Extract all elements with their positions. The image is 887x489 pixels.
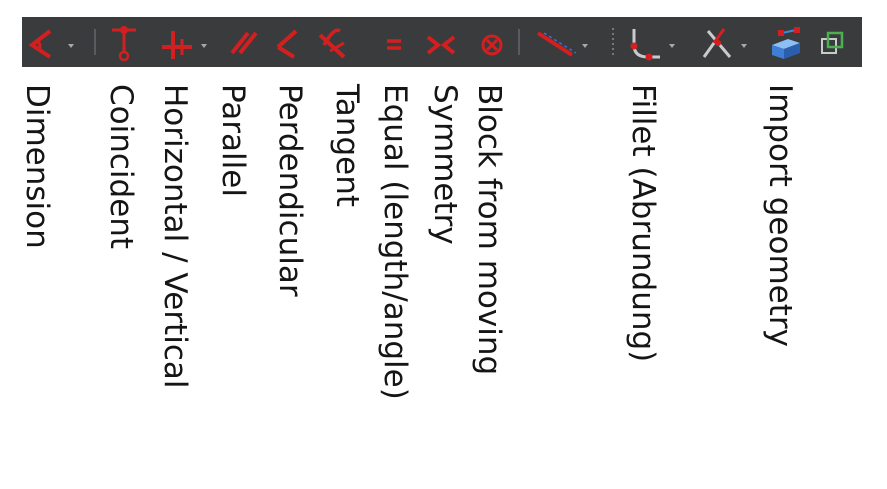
label-equal: Equal (length/angle) [377, 84, 413, 400]
horizontal-vertical-button[interactable] [156, 17, 216, 67]
chevron-down-icon[interactable] [620, 17, 686, 67]
chevron-down-icon[interactable] [530, 17, 600, 67]
chevron-down-icon[interactable] [24, 17, 82, 67]
toolbar-handle[interactable] [612, 28, 614, 56]
sketcher-constraints-toolbar [22, 17, 862, 67]
trim-button[interactable] [696, 17, 758, 67]
label-tangent: Tangent [329, 84, 365, 208]
block-button[interactable] [470, 17, 510, 67]
label-coincident: Coincident [103, 84, 139, 250]
equal-icon [387, 39, 401, 50]
sketch-view-icon [821, 31, 844, 54]
label-block: Block from moving [471, 84, 507, 376]
parallel-icon [230, 31, 258, 55]
label-horizontal-vertical: Horizontal / Vertical [157, 84, 193, 389]
block-icon [481, 34, 503, 56]
tangent-icon [318, 28, 346, 59]
equal-button[interactable] [380, 17, 408, 67]
label-perpendicular: Perdendicular [272, 84, 308, 297]
import-geometry-button[interactable] [764, 17, 806, 67]
import-geometry-icon [772, 27, 800, 59]
label-symmetry: Symmetry [427, 84, 463, 245]
toolbar-separator [94, 29, 96, 55]
fillet-button[interactable] [620, 17, 686, 67]
sketch-view-button[interactable] [812, 17, 852, 67]
external-geometry-button[interactable] [530, 17, 600, 67]
label-fillet: Fillet (Abrundung) [625, 84, 661, 363]
toolbar-separator [518, 29, 520, 55]
perpendicular-icon [276, 29, 298, 59]
label-dimension: Dimension [19, 84, 55, 249]
label-parallel: Parallel [215, 84, 251, 197]
dimension-button[interactable] [24, 17, 82, 67]
chevron-down-icon[interactable] [156, 17, 216, 67]
coincident-button[interactable] [106, 17, 140, 67]
chevron-down-icon[interactable] [696, 17, 758, 67]
tangent-button[interactable] [314, 17, 354, 67]
label-import-geometry: Import geometry [762, 84, 798, 347]
perpendicular-button[interactable] [270, 17, 308, 67]
parallel-button[interactable] [224, 17, 264, 67]
symmetry-button[interactable] [420, 17, 460, 67]
coincident-icon [112, 26, 136, 62]
symmetry-icon [426, 35, 456, 55]
